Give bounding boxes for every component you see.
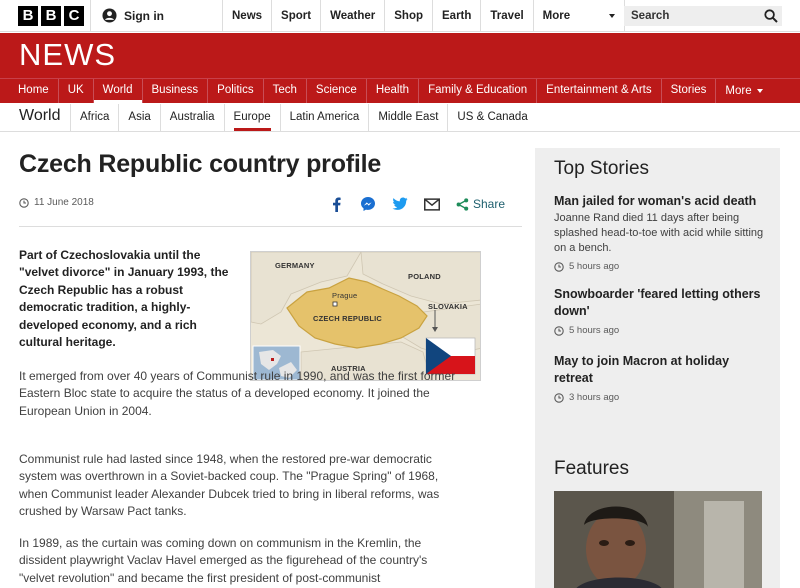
features-panel: Features xyxy=(535,448,780,588)
nav-uk[interactable]: UK xyxy=(59,79,94,103)
top-nav-travel[interactable]: Travel xyxy=(480,0,532,32)
story-time: 5 hours ago xyxy=(569,261,620,272)
top-nav-news[interactable]: News xyxy=(222,0,271,32)
article-date: 11 June 2018 xyxy=(19,197,94,208)
news-banner: NEWS Home UK World Business Politics Tec… xyxy=(0,33,800,103)
share-button[interactable]: Share xyxy=(456,197,505,211)
share-tools: Share xyxy=(328,196,505,212)
article-paragraph: It emerged from over 40 years of Communi… xyxy=(19,369,456,418)
subnav-latin-america[interactable]: Latin America xyxy=(279,104,369,131)
top-story-item[interactable]: Man jailed for woman's acid death Joanne… xyxy=(554,193,769,272)
news-logo[interactable]: NEWS xyxy=(19,37,116,73)
date-text: 11 June 2018 xyxy=(34,197,94,208)
bbc-logo-letter: B xyxy=(41,6,61,26)
section-title[interactable]: World xyxy=(19,107,61,125)
bbc-logo[interactable]: B B C xyxy=(18,6,84,26)
top-story-item[interactable]: May to join Macron at holiday retreat 3 … xyxy=(554,353,769,403)
top-stories-panel: Top Stories Man jailed for woman's acid … xyxy=(535,148,780,456)
article-lede: Part of Czechoslovakia until the "velvet… xyxy=(19,248,229,350)
nav-entertainment-arts[interactable]: Entertainment & Arts xyxy=(537,79,662,103)
top-nav-earth[interactable]: Earth xyxy=(432,0,480,32)
divider xyxy=(90,0,91,32)
article-meta: 11 June 2018 Share xyxy=(19,191,522,227)
top-story-item[interactable]: Snowboarder 'feared letting others down'… xyxy=(554,286,769,336)
nav-world[interactable]: World xyxy=(93,79,143,103)
story-title[interactable]: Man jailed for woman's acid death xyxy=(554,193,769,210)
nav-health[interactable]: Health xyxy=(367,79,420,103)
article-paragraph: Communist rule had lasted since 1948, wh… xyxy=(19,452,440,519)
nav-politics[interactable]: Politics xyxy=(208,79,264,103)
clock-icon xyxy=(554,392,564,403)
map-label-germany: GERMANY xyxy=(275,261,315,270)
messenger-icon[interactable] xyxy=(360,196,376,212)
nav-stories[interactable]: Stories xyxy=(662,79,717,103)
subnav-australia[interactable]: Australia xyxy=(159,104,224,131)
subnav-asia[interactable]: Asia xyxy=(118,104,159,131)
bbc-logo-letter: C xyxy=(64,6,84,26)
share-label: Share xyxy=(473,197,506,211)
article-headline: Czech Republic country profile xyxy=(19,150,382,178)
top-nav-shop[interactable]: Shop xyxy=(384,0,432,32)
clock-icon xyxy=(554,261,564,272)
nav-home[interactable]: Home xyxy=(0,79,59,103)
nav-science[interactable]: Science xyxy=(307,79,367,103)
more-label: More xyxy=(542,10,571,22)
share-icon xyxy=(456,197,469,211)
clock-icon xyxy=(19,197,29,208)
story-timestamp: 3 hours ago xyxy=(554,392,769,403)
search-placeholder: Search xyxy=(631,10,670,22)
story-timestamp: 5 hours ago xyxy=(554,261,769,272)
sign-in-link[interactable]: Sign in xyxy=(102,8,164,23)
story-title[interactable]: May to join Macron at holiday retreat xyxy=(554,353,769,387)
map-label-prague: Prague xyxy=(332,291,358,300)
twitter-icon[interactable] xyxy=(392,196,408,212)
story-time: 5 hours ago xyxy=(569,325,620,336)
bbc-top-bar: B B C Sign in News Sport Weather Shop Ea… xyxy=(0,0,800,32)
subnav-us-canada[interactable]: US & Canada xyxy=(447,104,536,131)
story-time: 3 hours ago xyxy=(569,392,620,403)
map-label-czech-republic: CZECH REPUBLIC xyxy=(313,314,383,323)
nav-business[interactable]: Business xyxy=(143,79,209,103)
map-label-poland: POLAND xyxy=(408,272,441,281)
user-icon xyxy=(102,8,117,23)
top-nav: News Sport Weather Shop Earth Travel Mor… xyxy=(222,0,625,32)
sign-in-label: Sign in xyxy=(124,8,164,23)
features-title: Features xyxy=(554,458,629,479)
news-nav: Home UK World Business Politics Tech Sci… xyxy=(0,78,800,103)
chevron-down-icon xyxy=(608,14,615,18)
search-input[interactable]: Search xyxy=(624,6,782,26)
story-summary: Joanne Rand died 11 days after being spl… xyxy=(554,212,764,254)
section-nav: World Africa Asia Australia Europe Latin… xyxy=(0,104,800,132)
top-nav-sport[interactable]: Sport xyxy=(271,0,320,32)
subnav-europe[interactable]: Europe xyxy=(223,104,280,131)
subnav-middle-east[interactable]: Middle East xyxy=(368,104,447,131)
top-stories-title: Top Stories xyxy=(554,158,650,179)
country-map: GERMANY POLAND Prague CZECH REPUBLIC SLO… xyxy=(250,251,481,381)
clock-icon xyxy=(554,325,564,336)
article-paragraph: In 1989, as the curtain was coming down … xyxy=(19,536,428,585)
facebook-icon[interactable] xyxy=(328,196,344,212)
top-nav-more-button[interactable]: More xyxy=(532,0,625,32)
chevron-down-icon xyxy=(756,89,763,93)
top-nav-weather[interactable]: Weather xyxy=(320,0,384,32)
story-timestamp: 5 hours ago xyxy=(554,325,769,336)
more-label: More xyxy=(725,85,752,97)
map-label-slovakia: SLOVAKIA xyxy=(428,302,468,311)
nav-more-button[interactable]: More xyxy=(716,79,771,103)
story-title[interactable]: Snowboarder 'feared letting others down' xyxy=(554,286,769,320)
subnav-africa[interactable]: Africa xyxy=(70,104,118,131)
bbc-logo-letter: B xyxy=(18,6,38,26)
nav-tech[interactable]: Tech xyxy=(264,79,307,103)
nav-family-education[interactable]: Family & Education xyxy=(419,79,538,103)
search-icon[interactable] xyxy=(764,9,778,23)
feature-image[interactable] xyxy=(554,491,762,588)
email-icon[interactable] xyxy=(424,196,440,212)
